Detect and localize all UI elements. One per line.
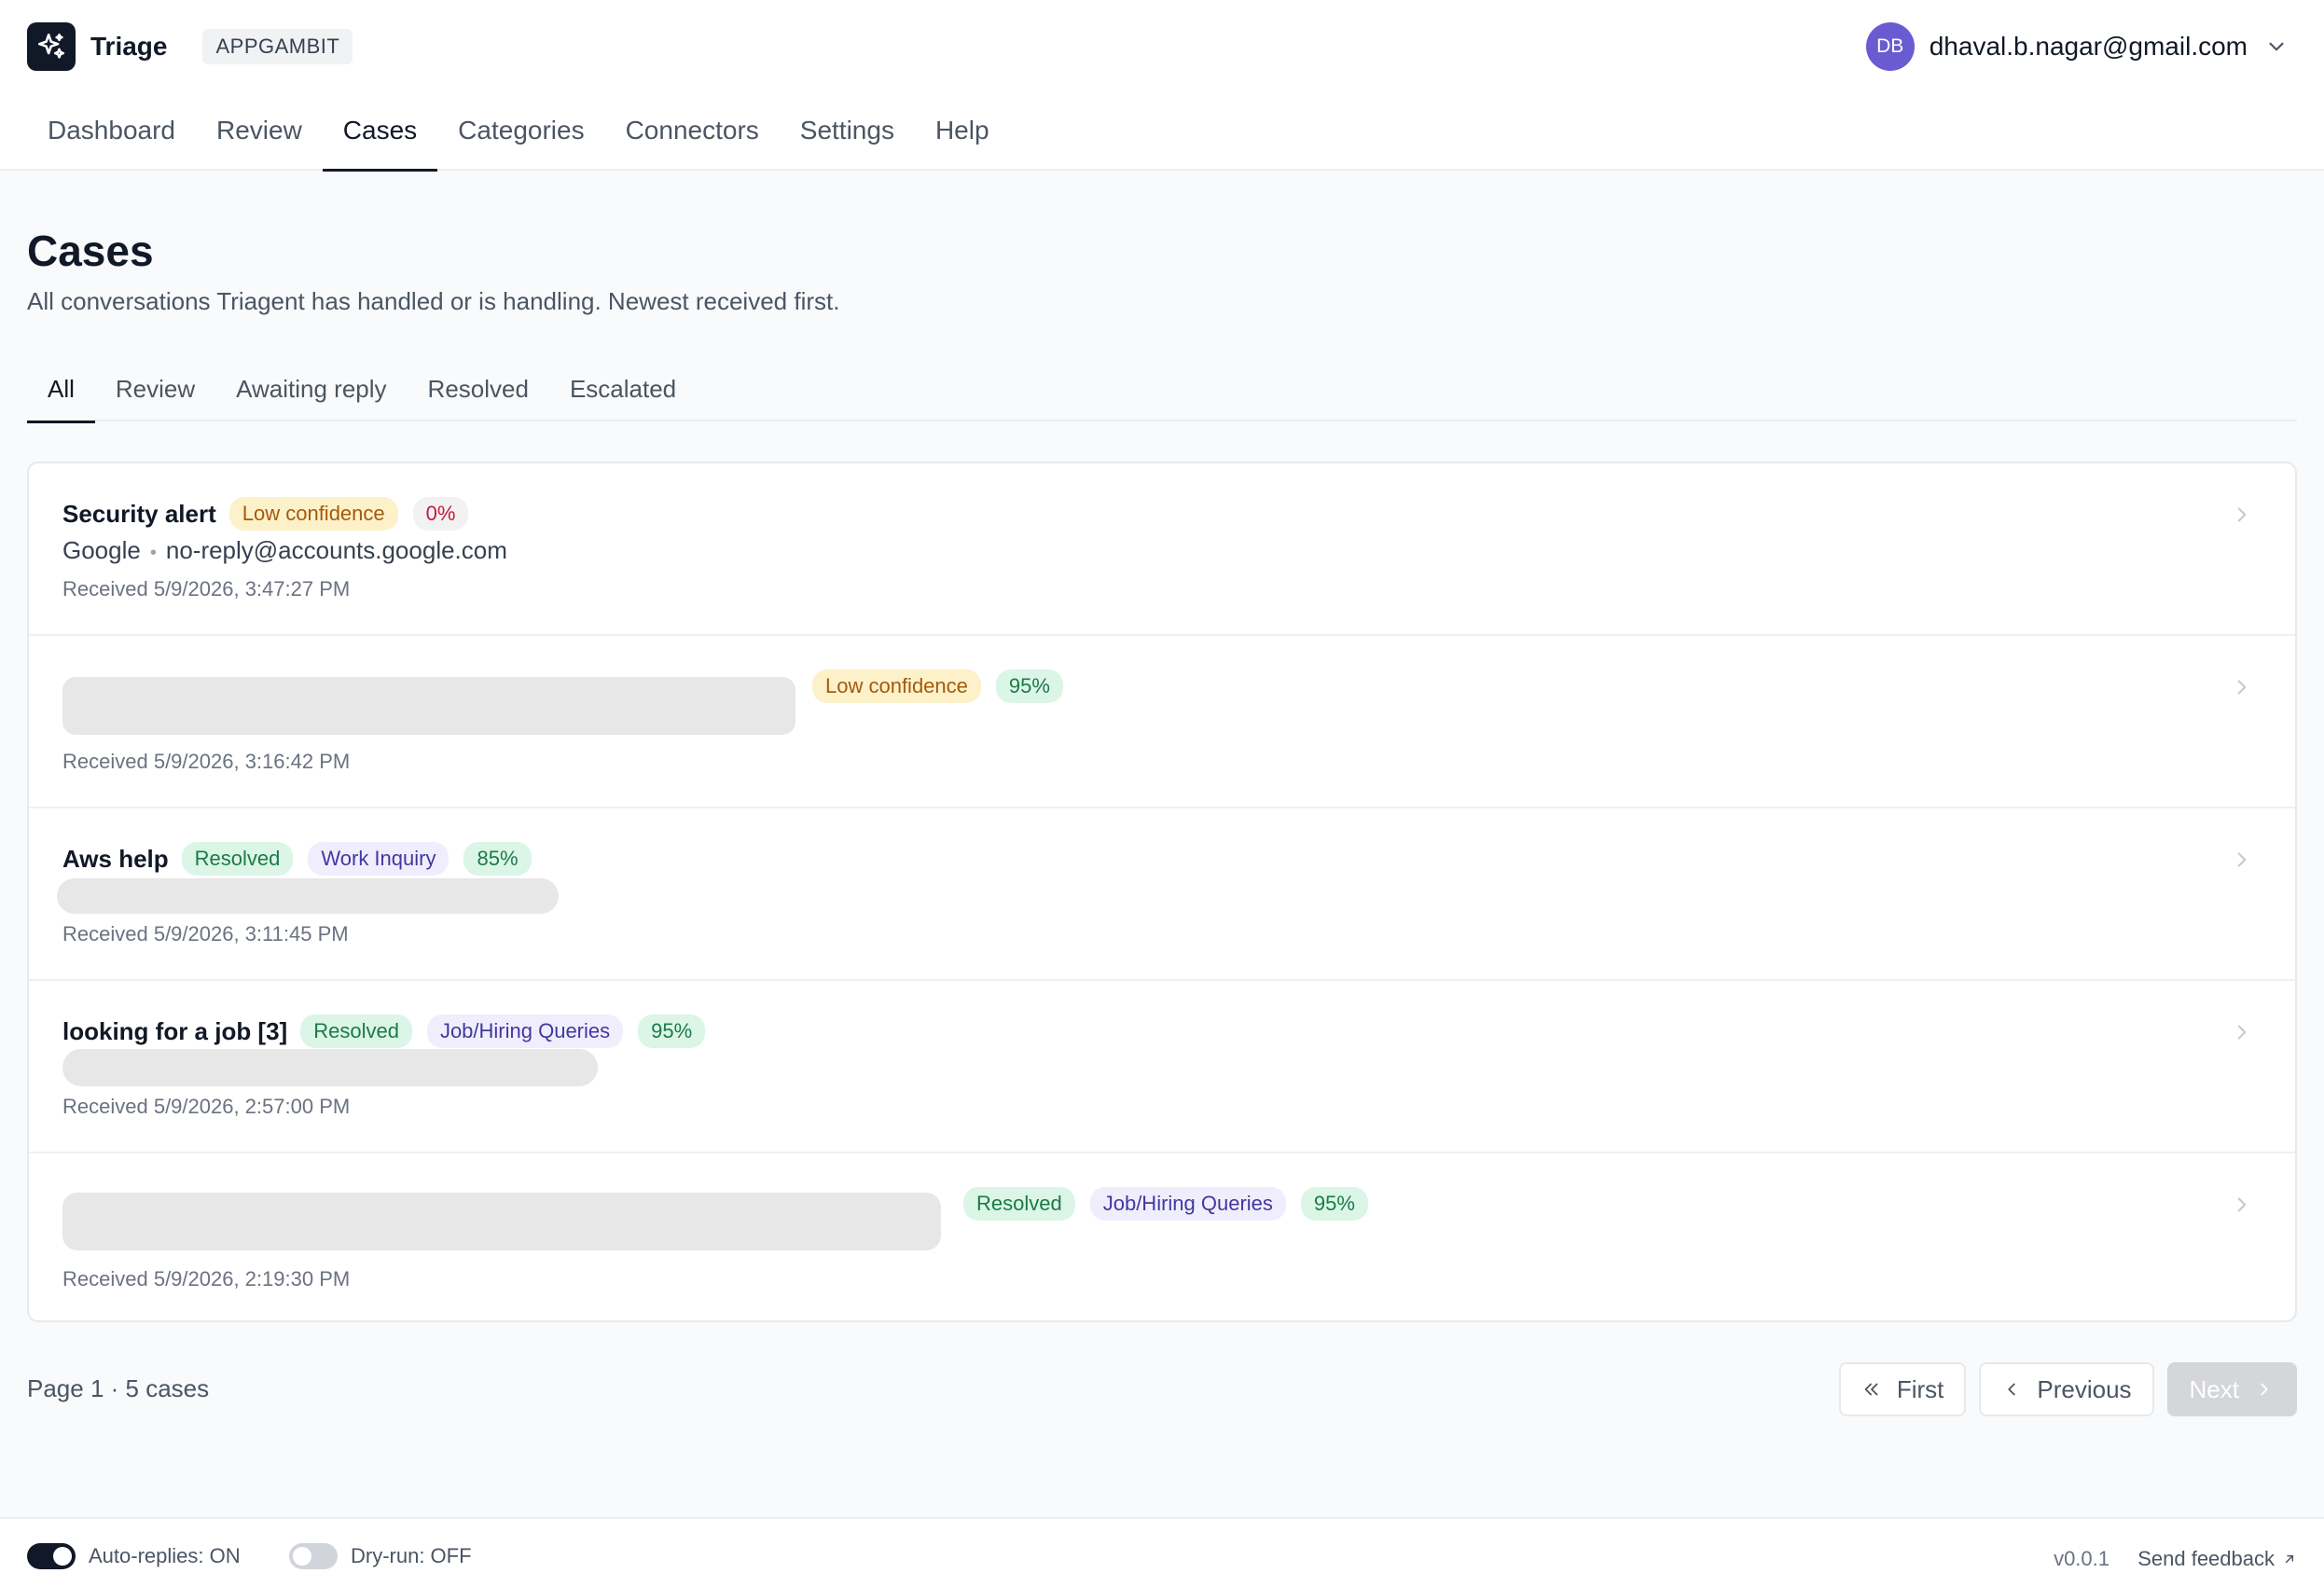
score-badge: 95% xyxy=(995,669,1063,703)
case-title-line: Security alert Low confidence 0% xyxy=(62,497,483,531)
chevron-left-icon xyxy=(2001,1379,2022,1400)
received-time: Received 5/9/2026, 3:11:45 PM xyxy=(62,922,349,945)
nav-connectors[interactable]: Connectors xyxy=(605,103,780,171)
arrow-up-right-icon xyxy=(2282,1552,2297,1566)
brand: Triage APPGAMBIT xyxy=(27,22,353,71)
tab-review[interactable]: Review xyxy=(95,358,215,421)
redacted-block xyxy=(57,878,559,914)
page-title: Cases xyxy=(27,227,154,275)
main-nav: Dashboard Review Cases Categories Connec… xyxy=(27,103,1010,172)
pagination-info: Page 1 · 5 cases xyxy=(27,1374,210,1402)
org-badge: APPGAMBIT xyxy=(202,29,353,64)
status-badge: Resolved xyxy=(963,1187,1075,1221)
separator-dot: • xyxy=(149,543,157,563)
case-title: Security alert xyxy=(62,499,216,528)
category-badge: Job/Hiring Queries xyxy=(1089,1187,1286,1221)
next-page-label: Next xyxy=(2189,1374,2239,1403)
confidence-badge: Low confidence xyxy=(228,497,398,531)
account-menu[interactable]: DB dhaval.b.nagar@gmail.com xyxy=(1865,22,2289,71)
received-time: Received 5/9/2026, 3:47:27 PM xyxy=(62,577,351,600)
sender-email: no-reply@accounts.google.com xyxy=(165,536,507,564)
redacted-block xyxy=(62,1049,598,1086)
nav-categories[interactable]: Categories xyxy=(437,103,604,171)
toggle-knob xyxy=(293,1547,311,1566)
nav-help[interactable]: Help xyxy=(915,103,1010,171)
score-badge: 95% xyxy=(1300,1187,1368,1221)
received-time: Received 5/9/2026, 2:57:00 PM xyxy=(62,1095,351,1118)
chevron-right-icon xyxy=(2230,1020,2254,1044)
chevron-down-icon[interactable] xyxy=(2264,34,2289,59)
case-title: looking for a job [3] xyxy=(62,1016,288,1045)
nav-cases[interactable]: Cases xyxy=(322,103,438,172)
sparkle-icon[interactable] xyxy=(27,22,76,71)
auto-replies-toggle[interactable] xyxy=(27,1543,76,1569)
case-title-line: Resolved Job/Hiring Queries 95% xyxy=(963,1187,1383,1221)
received-time: Received 5/9/2026, 2:19:30 PM xyxy=(62,1267,351,1290)
chevron-right-icon xyxy=(2230,1193,2254,1217)
score-badge: 95% xyxy=(638,1014,706,1048)
avatar: DB xyxy=(1865,22,1915,71)
score-badge: 85% xyxy=(463,842,532,876)
category-badge: Job/Hiring Queries xyxy=(426,1014,624,1048)
previous-page-button[interactable]: Previous xyxy=(1979,1362,2154,1416)
received-time: Received 5/9/2026, 3:16:42 PM xyxy=(62,750,351,773)
chevron-right-icon xyxy=(2230,848,2254,872)
nav-dashboard[interactable]: Dashboard xyxy=(27,103,196,171)
tab-all[interactable]: All xyxy=(27,358,95,423)
case-row[interactable]: looking for a job [3] Resolved Job/Hirin… xyxy=(29,981,2295,1153)
nav-settings[interactable]: Settings xyxy=(780,103,915,171)
page-subtitle: All conversations Triagent has handled o… xyxy=(27,287,840,315)
dry-run-toggle-group: Dry-run: OFF xyxy=(289,1543,472,1569)
tab-resolved[interactable]: Resolved xyxy=(408,358,549,421)
case-filter-tabs: All Review Awaiting reply Resolved Escal… xyxy=(27,358,2297,423)
case-sender: Google • no-reply@accounts.google.com xyxy=(62,536,507,565)
chevron-right-icon xyxy=(2230,503,2254,527)
case-title-line: looking for a job [3] Resolved Job/Hirin… xyxy=(62,1014,720,1048)
double-chevron-left-icon xyxy=(1861,1379,1882,1400)
category-badge: Work Inquiry xyxy=(308,842,450,876)
status-badge: Resolved xyxy=(300,1014,412,1048)
case-row[interactable]: Aws help Resolved Work Inquiry 85% Recei… xyxy=(29,808,2295,981)
version-label: v0.0.1 xyxy=(2054,1547,2110,1570)
status-badge: Resolved xyxy=(181,842,294,876)
chevron-right-icon xyxy=(2254,1379,2275,1400)
top-bar: Triage APPGAMBIT DB dhaval.b.nagar@gmail… xyxy=(0,0,2324,172)
tab-escalated[interactable]: Escalated xyxy=(549,358,697,421)
case-row[interactable]: Security alert Low confidence 0% Google •… xyxy=(29,463,2295,636)
footer: Auto-replies: ON Dry-run: OFF v0.0.1 Sen… xyxy=(0,1517,2324,1587)
dry-run-toggle[interactable] xyxy=(289,1543,338,1569)
send-feedback-link[interactable]: Send feedback xyxy=(2137,1547,2297,1571)
toggle-knob xyxy=(53,1547,72,1566)
next-page-button[interactable]: Next xyxy=(2166,1362,2297,1416)
redacted-block xyxy=(62,1193,941,1250)
previous-page-label: Previous xyxy=(2037,1374,2132,1403)
sender-name: Google xyxy=(62,536,141,564)
auto-replies-label: Auto-replies: ON xyxy=(89,1544,241,1567)
first-page-button[interactable]: First xyxy=(1838,1362,1967,1416)
auto-replies-toggle-group: Auto-replies: ON xyxy=(27,1543,241,1569)
nav-review[interactable]: Review xyxy=(196,103,323,171)
case-title-line: Low confidence 95% xyxy=(812,669,1078,703)
pagination: First Previous Next xyxy=(1826,1362,2297,1416)
redacted-block xyxy=(62,677,795,735)
case-list: Security alert Low confidence 0% Google •… xyxy=(27,462,2297,1322)
chevron-right-icon xyxy=(2230,675,2254,699)
first-page-label: First xyxy=(1896,1374,1944,1403)
tab-awaiting-reply[interactable]: Awaiting reply xyxy=(215,358,407,421)
case-title: Aws help xyxy=(62,844,169,873)
case-row[interactable]: Low confidence 95% Received 5/9/2026, 3:… xyxy=(29,636,2295,808)
score-badge: 0% xyxy=(412,497,469,531)
app-name: Triage xyxy=(90,32,168,61)
case-row[interactable]: Resolved Job/Hiring Queries 95% Received… xyxy=(29,1153,2295,1320)
confidence-badge: Low confidence xyxy=(812,669,981,703)
user-email: dhaval.b.nagar@gmail.com xyxy=(1929,32,2248,61)
send-feedback-label: Send feedback xyxy=(2137,1547,2275,1570)
dry-run-label: Dry-run: OFF xyxy=(351,1544,472,1567)
case-title-line: Aws help Resolved Work Inquiry 85% xyxy=(62,842,546,876)
